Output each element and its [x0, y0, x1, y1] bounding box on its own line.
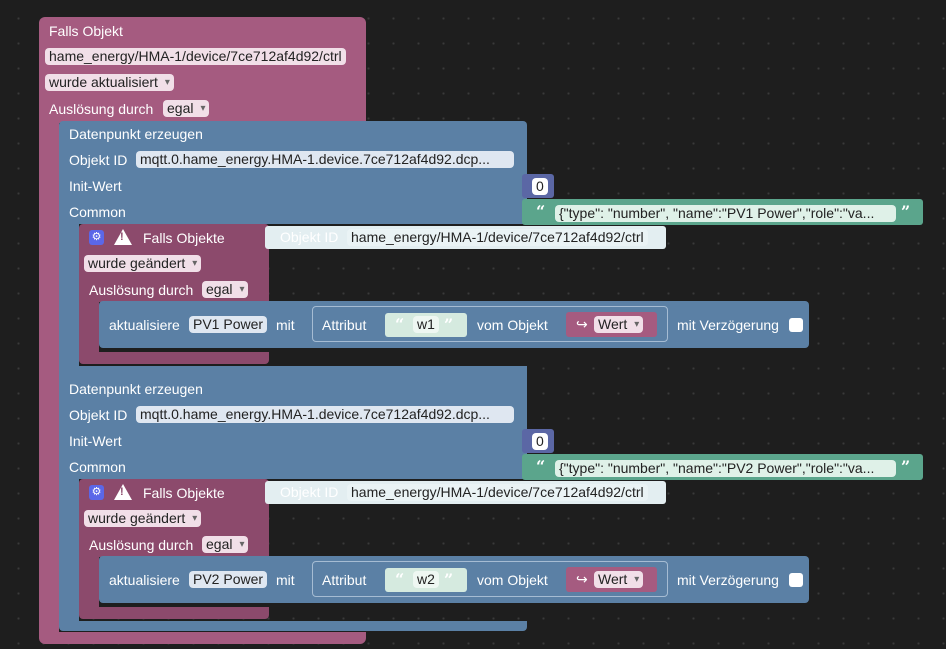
aktualisiere-2-label: aktualisiere: [109, 572, 180, 588]
quote-open-icon: “: [395, 315, 405, 334]
gear-icon[interactable]: ⚙: [89, 485, 104, 500]
datenpunkt-1-spine: [59, 224, 79, 366]
datenpunkt-1-objekt-id-field[interactable]: mqtt.0.hame_energy.HMA-1.device.7ce712af…: [136, 151, 514, 168]
attribut-2-value[interactable]: w2: [413, 571, 439, 588]
attribut-1-label: Attribut: [322, 317, 367, 333]
falls-objekte-2-spine: [79, 555, 99, 607]
falls-objekte-1-title: Falls Objekte: [143, 230, 225, 246]
arrow-icon: ↪: [576, 316, 588, 332]
quote-close-icon: ”: [901, 202, 911, 221]
falls-objekte-1-ausloesung-dropdown[interactable]: egal: [202, 281, 249, 298]
falls-objekt-ausloesung-label: Auslösung durch: [49, 101, 154, 117]
arrow-icon: ↪: [576, 571, 588, 587]
falls-objekte-2-id-field[interactable]: hame_energy/HMA-1/device/7ce712af4d92/ct…: [347, 484, 648, 501]
vom-objekt-1-label: vom Objekt: [477, 317, 548, 333]
datenpunkt-1-init-label: Init-Wert: [69, 178, 122, 194]
gear-icon[interactable]: ⚙: [89, 230, 104, 245]
falls-objekt-spine: [39, 120, 59, 632]
vom-objekt-2-label: vom Objekt: [477, 572, 548, 588]
attribut-1-value[interactable]: w1: [413, 316, 439, 333]
aktualisiere-2-mit-label: mit: [276, 572, 295, 588]
datenpunkt-1-init-value[interactable]: 0: [532, 178, 548, 195]
verzoegerung-1-checkbox[interactable]: [789, 318, 803, 332]
falls-objekte-2-title: Falls Objekte: [143, 485, 225, 501]
datenpunkt-1-objekt-id-label: Objekt ID: [69, 152, 128, 168]
falls-objekte-2-ausloesung-label: Auslösung durch: [89, 537, 194, 553]
datenpunkt-1-common-value[interactable]: {"type": "number", "name":"PV1 Power","r…: [555, 205, 896, 222]
falls-objekte-1-trigger-dropdown[interactable]: wurde geändert: [84, 255, 202, 272]
warning-icon[interactable]: !: [114, 229, 132, 245]
falls-objekte-2-id-label: Objekt ID: [280, 484, 339, 500]
falls-objekt-trigger-dropdown[interactable]: wurde aktualisiert: [45, 74, 174, 91]
datenpunkt-1-common-label: Common: [69, 204, 126, 220]
datenpunkt-2-title: Datenpunkt erzeugen: [69, 381, 203, 397]
falls-objekte-1-ausloesung-label: Auslösung durch: [89, 282, 194, 298]
falls-objekt-title: Falls Objekt: [49, 23, 123, 39]
datenpunkt-2-objekt-id-label: Objekt ID: [69, 407, 128, 423]
falls-objekte-2-ausloesung-dropdown[interactable]: egal: [202, 536, 249, 553]
quote-open-icon: “: [536, 457, 546, 476]
falls-objekt-ausloesung-dropdown[interactable]: egal: [163, 100, 210, 117]
quote-open-icon: “: [395, 570, 405, 589]
falls-objekte-1-id-field[interactable]: hame_energy/HMA-1/device/7ce712af4d92/ct…: [347, 229, 648, 246]
wert-2-dropdown[interactable]: Wert: [594, 571, 644, 588]
wert-1-dropdown[interactable]: Wert: [594, 316, 644, 333]
verzoegerung-1-label: mit Verzögerung: [677, 317, 779, 333]
falls-objekte-1-spine: [79, 300, 99, 352]
datenpunkt-1-footer: [59, 366, 527, 376]
quote-open-icon: “: [536, 202, 546, 221]
verzoegerung-2-checkbox[interactable]: [789, 573, 803, 587]
datenpunkt-2-objekt-id-field[interactable]: mqtt.0.hame_energy.HMA-1.device.7ce712af…: [136, 406, 514, 423]
datenpunkt-1-title: Datenpunkt erzeugen: [69, 126, 203, 142]
datenpunkt-2-spine: [59, 479, 79, 621]
warning-icon[interactable]: !: [114, 484, 132, 500]
attribut-2-label: Attribut: [322, 572, 367, 588]
falls-objekte-1-footer: [79, 352, 269, 364]
datenpunkt-2-init-value[interactable]: 0: [532, 433, 548, 450]
quote-close-icon: ”: [901, 457, 911, 476]
falls-objekte-1-id-label: Objekt ID: [280, 229, 339, 245]
falls-objekt-footer: [39, 632, 366, 644]
aktualisiere-1-label: aktualisiere: [109, 317, 180, 333]
aktualisiere-1-mit-label: mit: [276, 317, 295, 333]
quote-close-icon: ”: [444, 315, 454, 334]
datenpunkt-2-footer: [59, 621, 527, 631]
verzoegerung-2-label: mit Verzögerung: [677, 572, 779, 588]
datenpunkt-2-common-label: Common: [69, 459, 126, 475]
aktualisiere-1-target-field[interactable]: PV1 Power: [189, 316, 268, 333]
datenpunkt-2-common-value[interactable]: {"type": "number", "name":"PV2 Power","r…: [555, 460, 896, 477]
falls-objekte-2-footer: [79, 607, 269, 619]
falls-objekt-id-field[interactable]: hame_energy/HMA-1/device/7ce712af4d92/ct…: [45, 48, 346, 65]
datenpunkt-2-init-label: Init-Wert: [69, 433, 122, 449]
falls-objekte-2-trigger-dropdown[interactable]: wurde geändert: [84, 510, 202, 527]
aktualisiere-2-target-field[interactable]: PV2 Power: [189, 571, 268, 588]
quote-close-icon: ”: [444, 570, 454, 589]
